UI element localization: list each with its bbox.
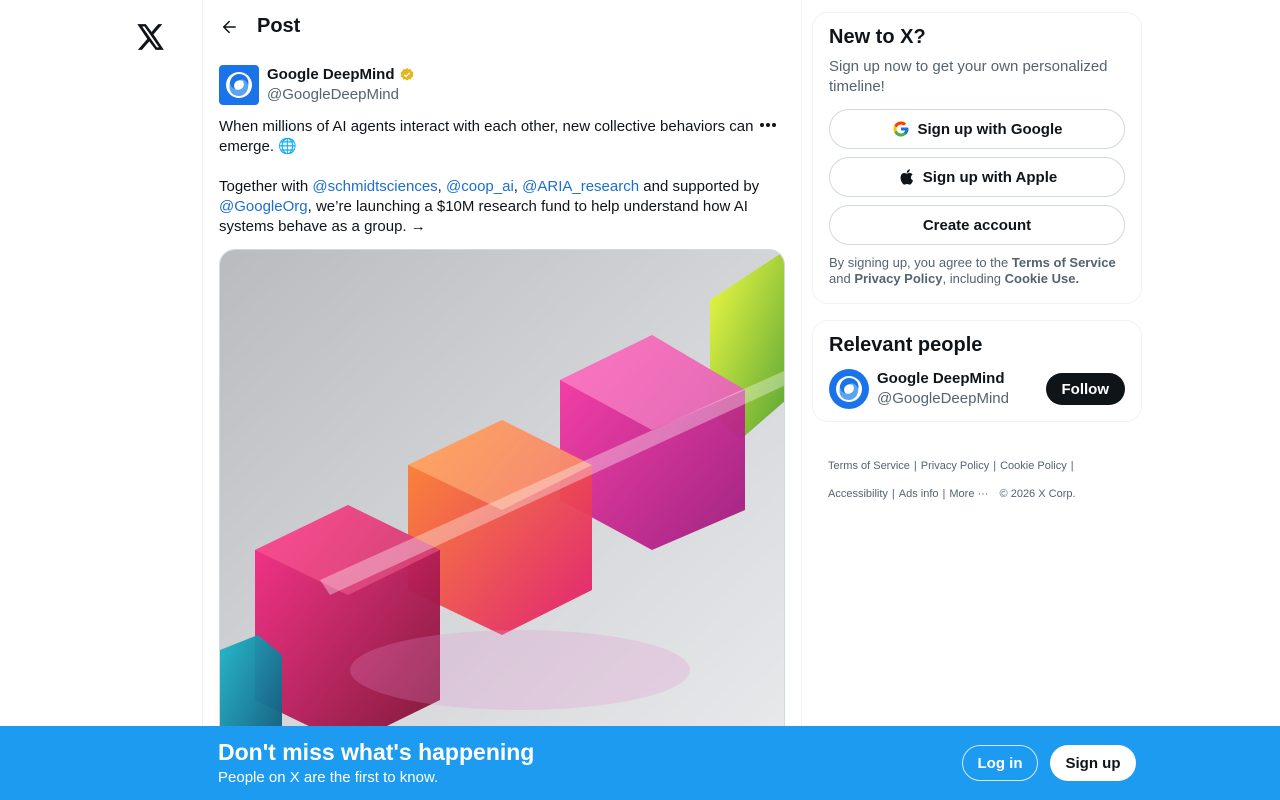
footer-divider: | <box>913 460 917 472</box>
text-segment: Together with <box>219 178 313 195</box>
right-sidebar: New to X? Sign up now to get your own pe… <box>812 12 1142 508</box>
footer-terms-link[interactable]: Terms of Service <box>828 460 910 472</box>
create-account-button[interactable]: Create account <box>829 205 1125 245</box>
footer-divider: | <box>942 488 946 500</box>
signup-card-title: New to X? <box>829 26 926 48</box>
follow-button[interactable]: Follow <box>1045 373 1125 405</box>
text-segment: , <box>437 178 447 195</box>
footer-divider: | <box>1070 460 1074 472</box>
text-segment: and supported by <box>639 178 760 195</box>
footer-copyright: © 2026 X Corp. <box>999 488 1076 500</box>
signup-google-button[interactable]: Sign up with Google <box>829 109 1125 149</box>
more-options-icon[interactable] <box>751 115 785 135</box>
banner-title: Don't miss what's happening <box>218 739 535 765</box>
banner-subtitle: People on X are the first to know. <box>218 769 439 786</box>
person-avatar[interactable] <box>829 369 869 409</box>
footer-privacy-link[interactable]: Privacy Policy <box>921 460 989 472</box>
footer-more-link[interactable]: More ··· <box>949 488 988 500</box>
signup-button[interactable]: Sign up <box>1050 745 1136 781</box>
privacy-link[interactable]: Privacy Policy <box>854 271 942 286</box>
create-account-label: Create account <box>922 216 1032 234</box>
tweet-paragraph-2: Together with @schmidtsciences, @coop_ai… <box>219 177 785 237</box>
person-handle: @GoogleDeepMind <box>877 390 1009 407</box>
footer-cookie-link[interactable]: Cookie Policy <box>1000 460 1067 472</box>
relevant-people-title: Relevant people <box>829 334 983 356</box>
tweet-media-image[interactable] <box>219 249 785 769</box>
legal-segment: , including <box>942 271 1005 286</box>
footer-links: Terms of Service | Privacy Policy | Cookie P… <box>812 452 1102 508</box>
relevant-person-row[interactable]: Google DeepMind @GoogleDeepMind Follow <box>829 369 1125 409</box>
main-column: Post Google DeepMind @GoogleDeepMind Whe… <box>202 0 802 800</box>
tweet-author-row: Google DeepMind @GoogleDeepMind <box>219 65 785 105</box>
back-arrow-icon[interactable] <box>219 17 239 37</box>
author-avatar[interactable] <box>219 65 259 105</box>
signup-card-subtitle: Sign up now to get your own personalized… <box>829 58 1108 95</box>
author-handle[interactable]: @GoogleDeepMind <box>267 85 415 105</box>
footer-divider: | <box>891 488 895 500</box>
person-meta: Google DeepMind @GoogleDeepMind <box>877 369 1046 409</box>
page-title: Post <box>257 15 301 37</box>
footer-divider: | <box>993 460 997 472</box>
signup-apple-button[interactable]: Sign up with Apple <box>829 157 1125 197</box>
x-logo-icon[interactable] <box>131 17 171 57</box>
footer-spacer <box>992 488 995 500</box>
text-segment: , <box>513 178 523 195</box>
signup-apple-label: Sign up with Apple <box>922 168 1058 186</box>
cookie-link[interactable]: Cookie Use. <box>1005 271 1079 286</box>
legal-segment: By signing up, you agree to the <box>829 255 1012 270</box>
person-name[interactable]: Google DeepMind <box>877 369 1046 389</box>
signup-card: New to X? Sign up now to get your own pe… <box>812 12 1142 304</box>
relevant-people-card: Relevant people Google DeepMind @GoogleD… <box>812 320 1142 422</box>
signup-google-label: Sign up with Google <box>917 120 1063 138</box>
mention-link[interactable]: @schmidtsciences <box>312 178 437 195</box>
tweet-text: When millions of AI agents interact with… <box>219 117 785 237</box>
login-button[interactable]: Log in <box>962 745 1038 781</box>
apple-icon <box>897 168 915 186</box>
verified-badge-icon <box>400 68 413 81</box>
google-icon <box>892 120 910 138</box>
terms-link[interactable]: Terms of Service <box>1012 255 1116 270</box>
tweet-paragraph-1: When millions of AI agents interact with… <box>219 118 754 155</box>
author-name[interactable]: Google DeepMind <box>267 65 395 85</box>
app-root: Post Google DeepMind @GoogleDeepMind Whe… <box>0 0 1280 800</box>
footer-ads-link[interactable]: Ads info <box>899 488 939 500</box>
signup-banner: Don't miss what's happening People on X … <box>0 726 1280 800</box>
legal-text: By signing up, you agree to the Terms of… <box>829 255 1125 287</box>
mention-link[interactable]: @coop_ai <box>446 178 514 195</box>
footer-accessibility-link[interactable]: Accessibility <box>828 488 888 500</box>
left-rail <box>0 0 203 800</box>
tweet: Google DeepMind @GoogleDeepMind When mil… <box>203 53 801 769</box>
author-meta: Google DeepMind @GoogleDeepMind <box>267 65 415 105</box>
legal-segment: and <box>829 271 855 286</box>
author-name-row: Google DeepMind <box>267 65 415 85</box>
mention-link[interactable]: @ARIA_research <box>522 178 639 195</box>
mention-link[interactable]: @GoogleOrg <box>219 198 308 215</box>
main-header: Post <box>203 0 801 53</box>
